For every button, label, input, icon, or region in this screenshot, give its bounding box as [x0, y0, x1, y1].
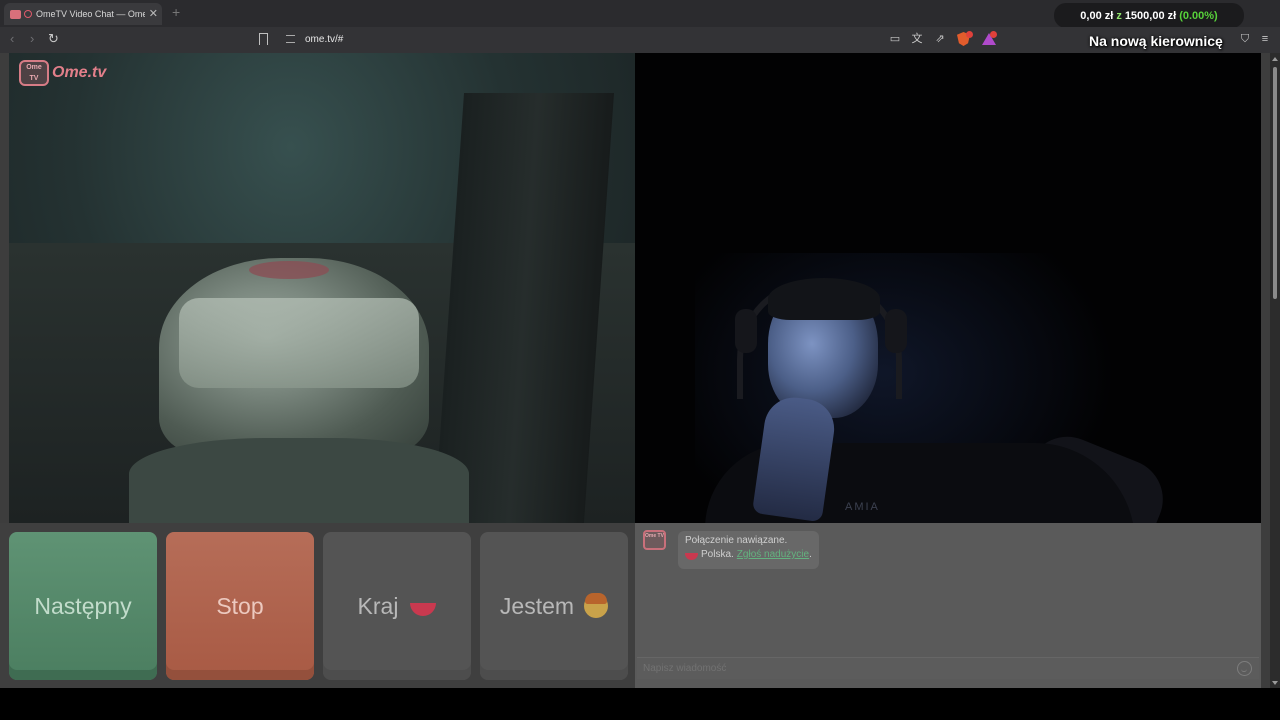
donation-goal-widget: 0,00 zł z 1500,00 zł (0.00%)	[1054, 3, 1244, 28]
gender-button[interactable]: Jestem	[480, 532, 628, 680]
connection-status: Połączenie nawiązane.	[685, 535, 788, 546]
ometv-logo-icon: Ome TV	[19, 60, 49, 86]
ometv-logo[interactable]: Ome TV Ome.tv	[19, 60, 106, 86]
report-suffix: .	[809, 549, 812, 560]
address-bar[interactable]: ome.tv/#	[305, 34, 343, 45]
partner-country: Polska.	[701, 549, 734, 560]
screen-cast-icon[interactable]: ▭	[889, 33, 901, 45]
rewards-badge	[990, 31, 997, 38]
partner-country-line: Polska. Zgłoś nadużycie .	[685, 549, 812, 560]
browser-tab[interactable]: OmeTV Video Chat — Omegle ✕	[4, 3, 162, 25]
camo-pattern	[179, 298, 419, 388]
screen-bottom-bar	[0, 688, 1280, 720]
donation-separator: z	[1116, 9, 1122, 22]
emoji-picker-icon[interactable]	[1237, 661, 1252, 676]
vpn-icon[interactable]: ⛉	[1239, 33, 1251, 45]
donation-goal: 1500,00 zł	[1124, 9, 1177, 22]
browser-toolbar: ‹ › ↻	[0, 27, 1280, 53]
hat-top	[249, 261, 329, 279]
poland-flag-small-icon	[685, 552, 698, 560]
menu-icon[interactable]: ≡	[1259, 33, 1271, 45]
country-button[interactable]: Kraj	[323, 532, 471, 680]
donation-amount: 0,00 zł	[1080, 9, 1114, 22]
chat-message-input[interactable]	[637, 657, 1259, 679]
chat-ometv-icon: Ome TV	[643, 530, 666, 550]
back-button[interactable]: ‹	[10, 32, 14, 46]
translate-icon[interactable]: 文	[911, 33, 923, 45]
ometv-favicon-icon	[10, 9, 21, 19]
recording-indicator-icon	[24, 10, 32, 18]
remote-video: AMIA	[635, 53, 1261, 523]
background-curtain	[433, 93, 615, 523]
forward-button[interactable]: ›	[30, 32, 34, 46]
bookmark-icon[interactable]	[259, 33, 268, 45]
gender-label: Jestem	[499, 592, 575, 619]
stream-goal-title: Na nową kierownicę	[1089, 33, 1223, 49]
scroll-down-icon[interactable]	[1272, 681, 1278, 685]
system-message: Połączenie nawiązane. Polska. Zgłoś nadu…	[678, 531, 819, 569]
shields-badge	[966, 31, 973, 38]
donation-percent: (0.00%)	[1179, 9, 1218, 22]
next-label: Następny	[34, 592, 132, 619]
ometv-logo-text: Ome.tv	[52, 64, 107, 81]
close-tab-icon[interactable]: ✕	[149, 8, 158, 20]
stop-label: Stop	[216, 592, 264, 619]
share-icon[interactable]: ⇗	[934, 33, 946, 45]
new-tab-button[interactable]: +	[172, 5, 180, 19]
stop-button[interactable]: Stop	[166, 532, 314, 680]
reload-button[interactable]: ↻	[48, 32, 59, 46]
poland-flag-icon	[410, 602, 437, 616]
boy-emoji-icon	[584, 593, 609, 618]
tab-title: OmeTV Video Chat — Omegle	[36, 9, 145, 19]
report-abuse-link[interactable]: Zgłoś nadużycie	[737, 549, 809, 560]
site-info-icon[interactable]	[286, 35, 295, 43]
scroll-thumb[interactable]	[1273, 67, 1277, 299]
scroll-up-icon[interactable]	[1272, 57, 1278, 61]
local-video	[9, 53, 635, 523]
next-button[interactable]: Następny	[9, 532, 157, 680]
page-scrollbar[interactable]	[1270, 53, 1280, 688]
headphone-left	[735, 309, 757, 353]
country-label: Kraj	[357, 592, 399, 619]
shirt-print: AMIA	[845, 501, 880, 513]
local-person-body	[129, 438, 469, 523]
headphone-right	[885, 309, 907, 353]
remote-person-hair	[768, 278, 880, 320]
